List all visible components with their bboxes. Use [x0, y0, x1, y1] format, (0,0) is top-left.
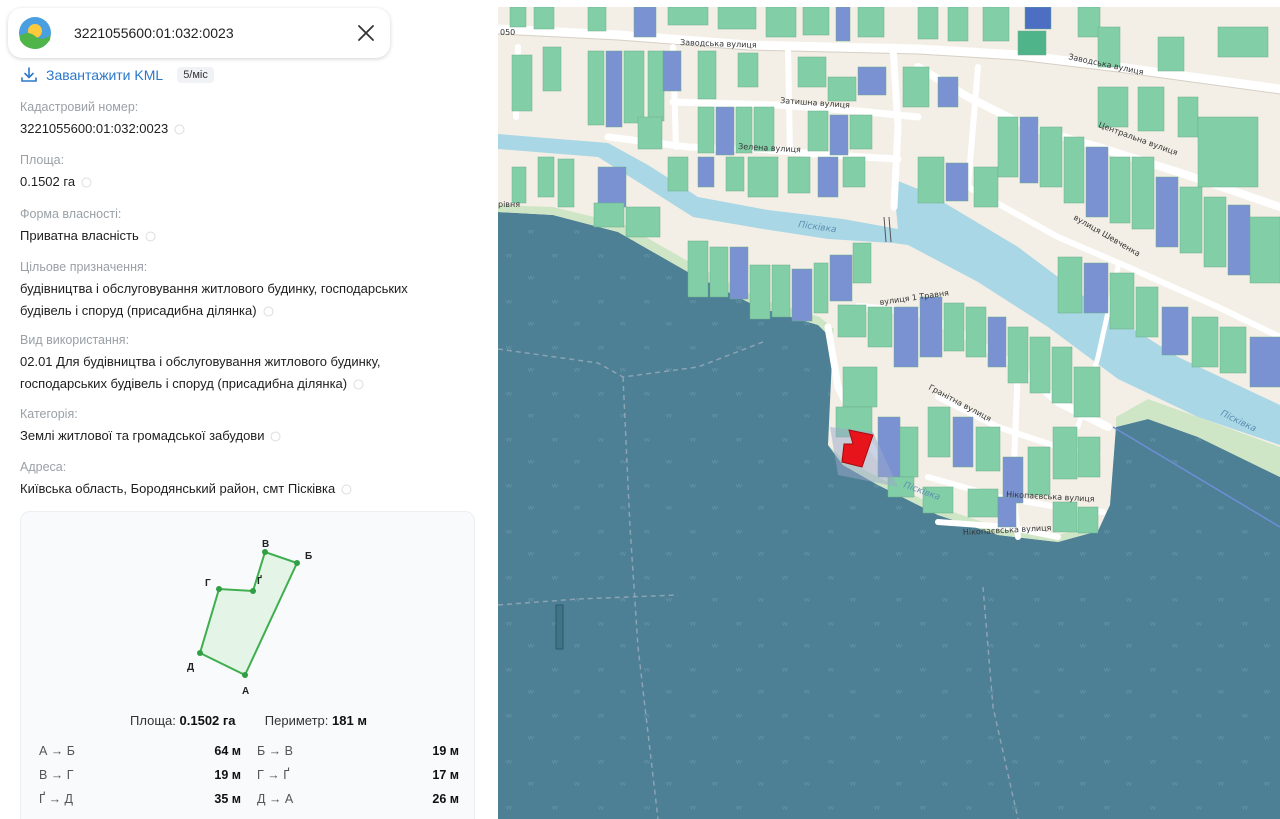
copy-icon[interactable] [341, 484, 352, 495]
side-label: Ґ → Д [39, 792, 74, 806]
search-card: 3221055600:01:032:0023 [8, 8, 390, 58]
side-value: 26 м [432, 792, 459, 806]
side-row: Ґ → Д 35 м Д → А 26 м [39, 789, 459, 813]
field-cadastral-number: Кадастровий номер: 3221055600:01:032:002… [20, 98, 460, 140]
vertex-d [197, 650, 203, 656]
plot-geometry-card: А Б В Г Ґ Д Площа: 0.1502 га Периметр: 1… [20, 511, 475, 819]
copy-icon[interactable] [353, 379, 364, 390]
vertex-b [294, 560, 300, 566]
area-value: 0.1502 га [179, 713, 236, 728]
copy-icon[interactable] [270, 431, 281, 442]
side-row: А → Б 64 м Б → В 19 м [39, 741, 459, 765]
side-label: А → Б [39, 744, 75, 758]
vertex-label: Ґ [257, 574, 262, 587]
plot-polygon [198, 550, 299, 677]
field-ownership: Форма власності: Приватна власність [20, 205, 460, 247]
field-label: Площа: [20, 153, 65, 167]
side-label: В → Г [39, 768, 74, 782]
field-value: Приватна власність [20, 225, 460, 247]
map-view[interactable]: ᵥᵥ ᵥᵥ [498, 7, 1280, 819]
field-category: Категорія: Землі житлової та громадської… [20, 405, 460, 447]
side-label: Г → Ґ [257, 768, 290, 782]
field-value: 0.1502 га [20, 171, 460, 193]
close-icon[interactable] [352, 19, 380, 47]
vertex-a [242, 672, 248, 678]
field-value: Землі житлової та громадської забудови [20, 425, 460, 447]
field-label: Форма власності: [20, 207, 122, 221]
field-value: Київська область, Бородянський район, см… [20, 478, 460, 500]
copy-icon[interactable] [174, 124, 185, 135]
field-area: Площа: 0.1502 га [20, 151, 460, 193]
vertex-label: Б [305, 551, 312, 562]
side-value: 64 м [214, 744, 241, 758]
side-row: В → Г 19 м Г → Ґ 17 м [39, 765, 459, 789]
field-value: 02.01 Для будівництва і обслуговування ж… [20, 354, 381, 391]
side-label: Д → А [257, 792, 294, 806]
field-label: Кадастровий номер: [20, 100, 139, 114]
field-address: Адреса: Київська область, Бородянський р… [20, 458, 460, 500]
copy-icon[interactable] [263, 306, 274, 317]
field-label: Цільове призначення: [20, 260, 148, 274]
field-label: Адреса: [20, 460, 67, 474]
search-input[interactable]: 3221055600:01:032:0023 [74, 25, 234, 41]
vertex-label: Д [187, 662, 194, 673]
map-edge-label: 050 [500, 28, 515, 37]
vertex-label: В [262, 539, 269, 550]
side-value: 17 м [432, 768, 459, 782]
side-value: 19 м [214, 768, 241, 782]
vertex-label: Г [205, 578, 211, 589]
vertex-g [250, 588, 256, 594]
vertex-gh [216, 586, 222, 592]
area-label: Площа: [130, 713, 176, 728]
field-label: Вид використання: [20, 333, 130, 347]
side-lengths-table: А → Б 64 м Б → В 19 м В → Г 19 м Г → Ґ 1… [39, 741, 459, 813]
field-usage-type: Вид використання: 02.01 Для будівництва … [20, 331, 460, 395]
plot-summary: Площа: 0.1502 га Периметр: 181 м [21, 713, 476, 728]
download-icon[interactable] [20, 66, 38, 84]
perimeter-value: 181 м [332, 713, 367, 728]
download-kml-link[interactable]: Завантажити KML [46, 67, 163, 83]
field-purpose: Цільове призначення: будівництва і обслу… [20, 258, 460, 322]
side-label: Б → В [257, 744, 293, 758]
field-value: 3221055600:01:032:0023 [20, 118, 460, 140]
field-label: Категорія: [20, 407, 78, 421]
logo-icon [19, 17, 51, 49]
plot-shape-diagram: А Б В Г Ґ Д [187, 539, 312, 697]
kml-row: Завантажити KML 5/міс [20, 64, 214, 86]
side-value: 35 м [214, 792, 241, 806]
side-value: 19 м [432, 744, 459, 758]
map-canvas[interactable]: ᵥᵥ ᵥᵥ [498, 7, 1280, 819]
pier [555, 604, 564, 650]
perimeter-label: Периметр: [264, 713, 329, 728]
kml-limit-badge: 5/міс [177, 67, 214, 83]
street-label: рівня [498, 200, 520, 209]
copy-icon[interactable] [81, 177, 92, 188]
vertex-label: А [242, 686, 249, 697]
info-panel: 3221055600:01:032:0023 Завантажити KML 5… [0, 0, 498, 819]
field-value: будівництва і обслуговування житлового б… [20, 281, 408, 318]
copy-icon[interactable] [145, 231, 156, 242]
